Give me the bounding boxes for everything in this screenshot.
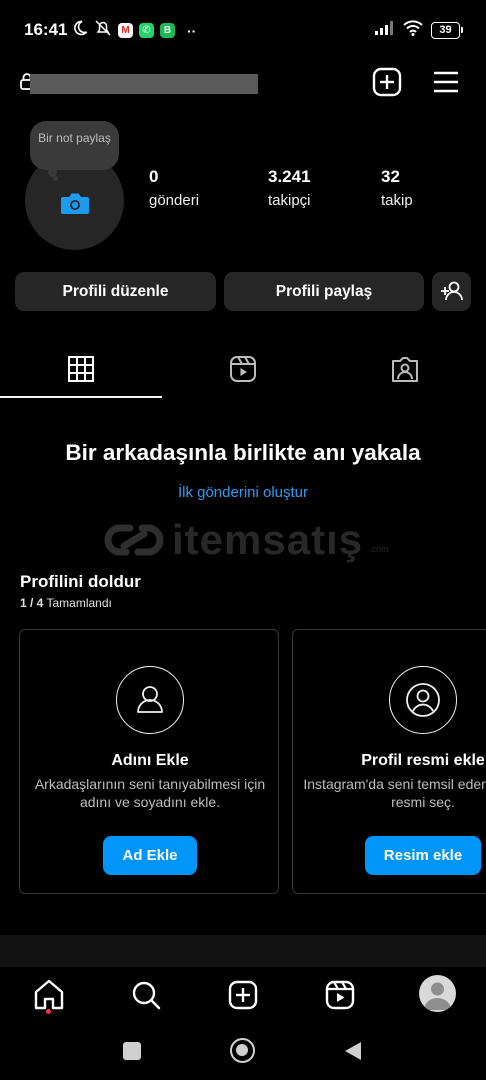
- share-profile-button[interactable]: Profili paylaş: [224, 272, 424, 311]
- recents-button[interactable]: [123, 1042, 141, 1060]
- mute-icon: [94, 19, 112, 42]
- status-right-icons: 39: [375, 20, 463, 41]
- search-icon: [132, 981, 161, 1010]
- profile-picture-icon: [389, 666, 457, 734]
- empty-state-headline: Bir arkadaşınla birlikte anı yakala: [65, 440, 421, 465]
- create-first-post-link[interactable]: İlk gönderini oluştur: [0, 484, 486, 501]
- tab-reels[interactable]: [162, 340, 324, 398]
- progress-count: 1 / 4: [20, 596, 44, 610]
- card-title: Profil resmi ekle: [361, 752, 485, 769]
- status-left-icons: M ✆ B ··: [72, 19, 196, 42]
- nav-profile[interactable]: [419, 975, 456, 1012]
- whatsapp-icon: ✆: [139, 23, 154, 38]
- tab-posts[interactable]: [0, 340, 162, 398]
- create-icon: [372, 67, 402, 97]
- add-person-icon: [441, 281, 463, 301]
- profile-suggestion-card: Adını Ekle Arkadaşlarının seni tanıyabil…: [19, 629, 279, 894]
- watermark-text: itemsatış: [172, 516, 364, 563]
- nav-create[interactable]: [225, 977, 261, 1013]
- gmail-icon: M: [118, 23, 133, 38]
- add-name-button[interactable]: Ad Ekle: [103, 836, 197, 875]
- wifi-icon: [403, 20, 423, 41]
- profile-header: [0, 60, 486, 104]
- signal-icon: [375, 21, 395, 40]
- card-description: Arkadaşlarının seni tanıyabilmesi için a…: [34, 776, 266, 810]
- nav-reels[interactable]: [322, 977, 358, 1013]
- stat-label: gönderi: [149, 192, 200, 209]
- stat-posts[interactable]: 0 gönderi: [149, 167, 199, 209]
- card-title: Adını Ekle: [111, 752, 189, 769]
- username-redaction[interactable]: [30, 74, 258, 94]
- status-time: 16:41: [24, 20, 68, 39]
- grid-icon: [68, 356, 94, 382]
- add-name-icon: [116, 666, 184, 734]
- camera-icon[interactable]: [60, 190, 90, 221]
- system-navigation-bar: [0, 1023, 486, 1080]
- more-icon: ··: [187, 22, 197, 39]
- bottom-navigation: [0, 967, 486, 1023]
- back-icon: [345, 1042, 361, 1060]
- progress-label: Tamamlandı: [46, 596, 112, 610]
- stat-label: takipçi: [268, 192, 311, 209]
- tab-tagged[interactable]: [324, 340, 486, 398]
- stat-followers[interactable]: 3.241 takipçi: [268, 167, 311, 209]
- menu-icon: [434, 71, 458, 93]
- watermark-logo-icon: [104, 524, 164, 556]
- status-bar: 16:41 M ✆ B ·· 39: [0, 0, 486, 58]
- edit-profile-button[interactable]: Profili düzenle: [15, 272, 216, 311]
- reels-icon: [325, 980, 355, 1010]
- menu-button[interactable]: [430, 66, 462, 98]
- active-tab-indicator: [0, 396, 162, 398]
- section-divider: [0, 935, 486, 967]
- home-button[interactable]: [230, 1038, 255, 1063]
- watermark-suffix: .com: [369, 544, 389, 554]
- home-button-dot: [236, 1044, 248, 1056]
- notification-dot: [46, 1009, 51, 1014]
- add-photo-button[interactable]: Resim ekle: [365, 836, 481, 875]
- note-bubble[interactable]: Bir not paylaş: [30, 121, 119, 170]
- stat-value: 0: [149, 167, 159, 186]
- complete-profile-progress: 1 / 4 Tamamlandı: [20, 596, 112, 610]
- profile-avatar: [424, 982, 451, 1010]
- reels-icon: [230, 356, 256, 382]
- back-button[interactable]: [344, 1041, 362, 1066]
- discover-people-button[interactable]: [432, 272, 471, 311]
- stat-value: 32: [381, 167, 400, 186]
- stat-value: 3.241: [268, 167, 311, 186]
- watermark: itemsatış .com: [102, 516, 389, 564]
- stat-following[interactable]: 32 takip: [381, 167, 413, 209]
- tagged-icon: [392, 357, 418, 382]
- nav-home[interactable]: [31, 977, 67, 1013]
- note-bubble-tail-small: [53, 176, 58, 181]
- complete-profile-title: Profilini doldur: [20, 572, 141, 591]
- nav-search[interactable]: [128, 977, 164, 1013]
- create-icon: [228, 980, 258, 1010]
- moon-icon: [72, 20, 88, 41]
- create-button[interactable]: [371, 66, 403, 98]
- profile-suggestion-card: Profil resmi ekle Instagram'da seni tems…: [292, 629, 486, 894]
- stat-label: takip: [381, 192, 413, 209]
- home-icon: [34, 979, 64, 1010]
- battery-icon: 39: [431, 22, 463, 39]
- profile-tabs: [0, 340, 486, 398]
- card-description: Instagram'da seni temsil eden bir profil…: [303, 776, 486, 810]
- app-icon: B: [160, 23, 175, 38]
